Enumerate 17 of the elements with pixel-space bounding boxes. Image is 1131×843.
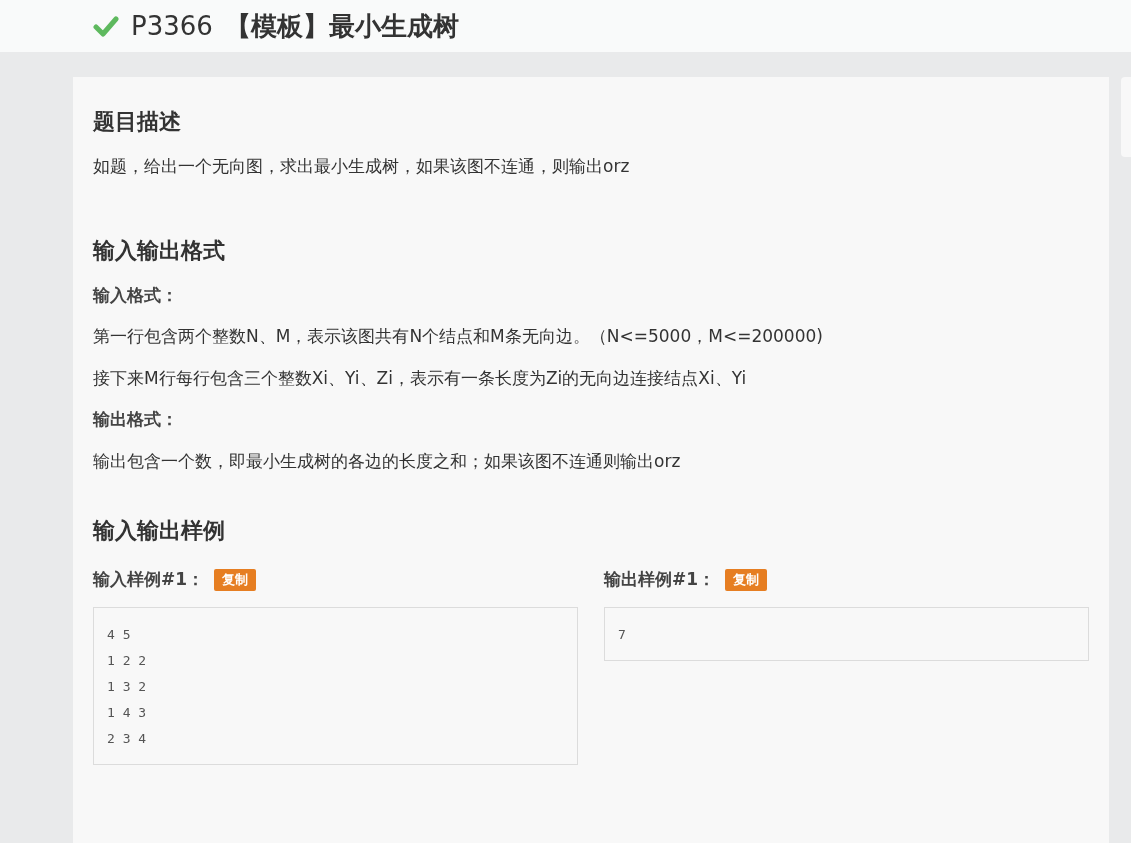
copy-button[interactable]: 复制 xyxy=(725,569,768,591)
sample-code-block: 7 xyxy=(604,606,1090,661)
section-heading: 输入输出样例 xyxy=(93,517,226,545)
subsection-heading: 输出格式： xyxy=(93,408,179,431)
subsection-heading: 输入格式： xyxy=(93,283,179,307)
section-heading: 题目描述 xyxy=(93,108,182,136)
paragraph: 第一行包含两个整数N、M，表示该图共有N个结点和M条无向边。（N<=5000，M<=200000) xyxy=(93,325,824,348)
paragraph: 输出包含一个数，即最小生成树的各边的长度之和；如果该图不连通则输出orz xyxy=(93,449,682,473)
sample-label: 输出样例#1： xyxy=(604,568,716,591)
problem-title: 【模板】最小生成树 xyxy=(224,9,459,43)
sample-code-block: 4 5 1 2 2 1 3 2 1 4 3 2 3 4 xyxy=(93,606,579,765)
copy-button[interactable]: 复制 xyxy=(214,569,257,591)
paragraph: 如题，给出一个无向图，求出最小生成树，如果该图不连通，则输出orz xyxy=(93,155,631,178)
section-heading: 输入输出格式 xyxy=(93,236,226,265)
sample-label: 输入样例#1： xyxy=(93,568,205,591)
paragraph: 接下来M行每行包含三个整数Xi、Yi、Zi，表示有一条长度为Zi的无向边连接结点Xi、Yi xyxy=(93,366,748,390)
problem-id: P3366 xyxy=(131,9,213,43)
